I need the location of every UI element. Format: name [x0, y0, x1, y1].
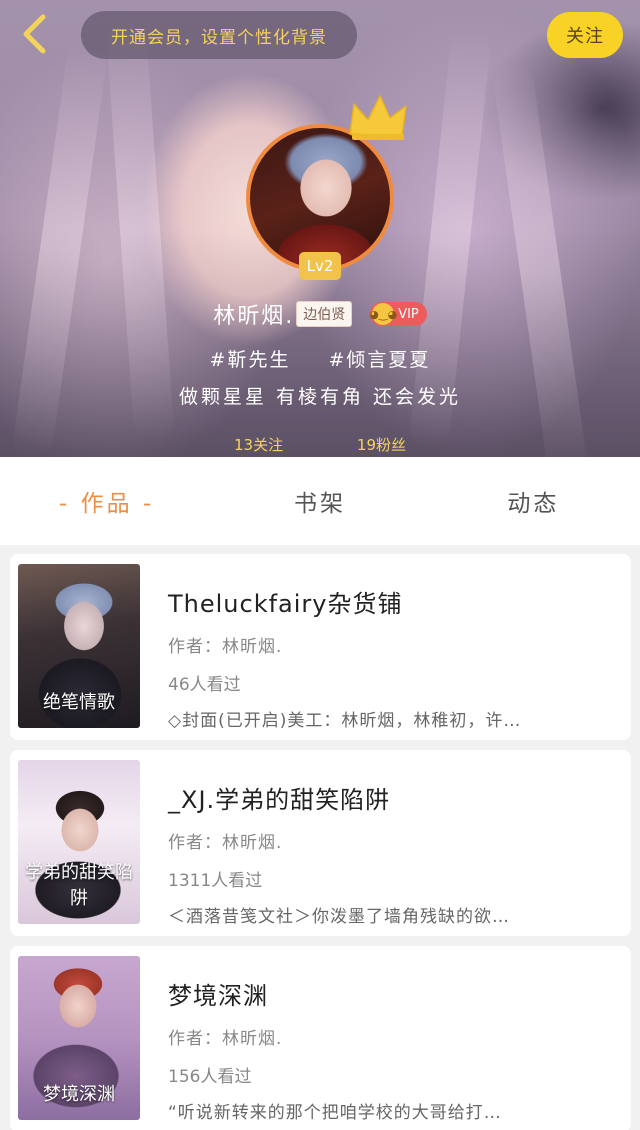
back-button[interactable]	[14, 12, 54, 56]
work-card[interactable]: 学弟的甜笑陷阱 _XJ.学弟的甜笑陷阱 作者：林昕烟. 1311人看过 ＜酒落昔…	[10, 750, 631, 936]
work-title[interactable]: Theluckfairy杂货铺	[168, 584, 403, 619]
profile-page: 开通会员，设置个性化背景 关注 Lv2 林昕烟. 边伯贤 ◕‿◕ VIP #靳先…	[0, 0, 640, 1130]
vip-prompt-text: 开通会员，设置个性化背景	[111, 27, 327, 48]
work-card[interactable]: 绝笔情歌 Theluckfairy杂货铺 作者：林昕烟. 46人看过 ◇封面(已…	[10, 554, 631, 740]
follow-button[interactable]: 关注	[547, 12, 623, 58]
crown-icon	[349, 95, 407, 140]
work-description: “听说新转来的那个把咱学校的大哥给打…	[168, 1103, 502, 1123]
work-cover[interactable]: 绝笔情歌	[18, 564, 140, 728]
avatar[interactable]	[246, 124, 394, 272]
tab-activity[interactable]: 动态	[427, 484, 640, 518]
vip-badge[interactable]: ◕‿◕ VIP	[369, 302, 427, 326]
work-author: 作者：林昕烟.	[168, 833, 283, 853]
profile-tabs: - 作品 - 书架 动态	[0, 457, 640, 545]
profile-bio: 做颗星星 有棱有角 还会发光	[178, 386, 462, 408]
tab-bookshelf[interactable]: 书架	[213, 484, 426, 518]
follow-label: 关注	[566, 26, 604, 47]
followers-count[interactable]: 19粉丝	[343, 434, 420, 455]
work-cover[interactable]: 学弟的甜笑陷阱	[18, 760, 140, 924]
work-author: 作者：林昕烟.	[168, 1029, 283, 1049]
username: 林昕烟.	[213, 304, 295, 329]
work-title[interactable]: _XJ.学弟的甜笑陷阱	[168, 780, 390, 815]
work-author: 作者：林昕烟.	[168, 637, 283, 657]
vip-background-prompt[interactable]: 开通会员，设置个性化背景	[81, 11, 357, 59]
name-tag: 边伯贤	[296, 301, 353, 327]
work-card[interactable]: 梦境深渊 梦境深渊 作者：林昕烟. 156人看过 “听说新转来的那个把咱学校的大…	[10, 946, 631, 1130]
level-badge: Lv2	[299, 252, 341, 280]
work-description: ◇封面(已开启)美工：林昕烟，林稚初，许…	[168, 711, 522, 731]
work-description: ＜酒落昔笺文社＞你泼墨了墙角残缺的欲…	[168, 907, 510, 927]
profile-tags: #靳先生 #倾言夏夏	[209, 349, 431, 371]
avatar-container: Lv2	[246, 95, 407, 280]
chevron-left-icon	[23, 14, 46, 54]
vip-face-icon: ◕‿◕	[369, 303, 397, 325]
cover-title: 学弟的甜笑陷阱	[25, 862, 133, 909]
work-views: 156人看过	[168, 1067, 252, 1087]
profile-stats: 13关注 19粉丝	[220, 432, 420, 457]
profile-header-background: 开通会员，设置个性化背景 关注 Lv2 林昕烟. 边伯贤 ◕‿◕ VIP #靳先…	[0, 0, 640, 457]
following-count[interactable]: 13关注	[220, 434, 297, 455]
work-views: 46人看过	[168, 675, 241, 695]
work-views: 1311人看过	[168, 871, 263, 891]
work-cover[interactable]: 梦境深渊	[18, 956, 140, 1120]
tab-works[interactable]: - 作品 -	[0, 484, 213, 518]
vip-label: VIP	[398, 306, 419, 322]
cover-title: 绝笔情歌	[43, 692, 115, 713]
cover-title: 梦境深渊	[43, 1084, 115, 1105]
name-row: 林昕烟. 边伯贤 ◕‿◕ VIP	[0, 296, 640, 332]
work-title[interactable]: 梦境深渊	[168, 976, 268, 1011]
